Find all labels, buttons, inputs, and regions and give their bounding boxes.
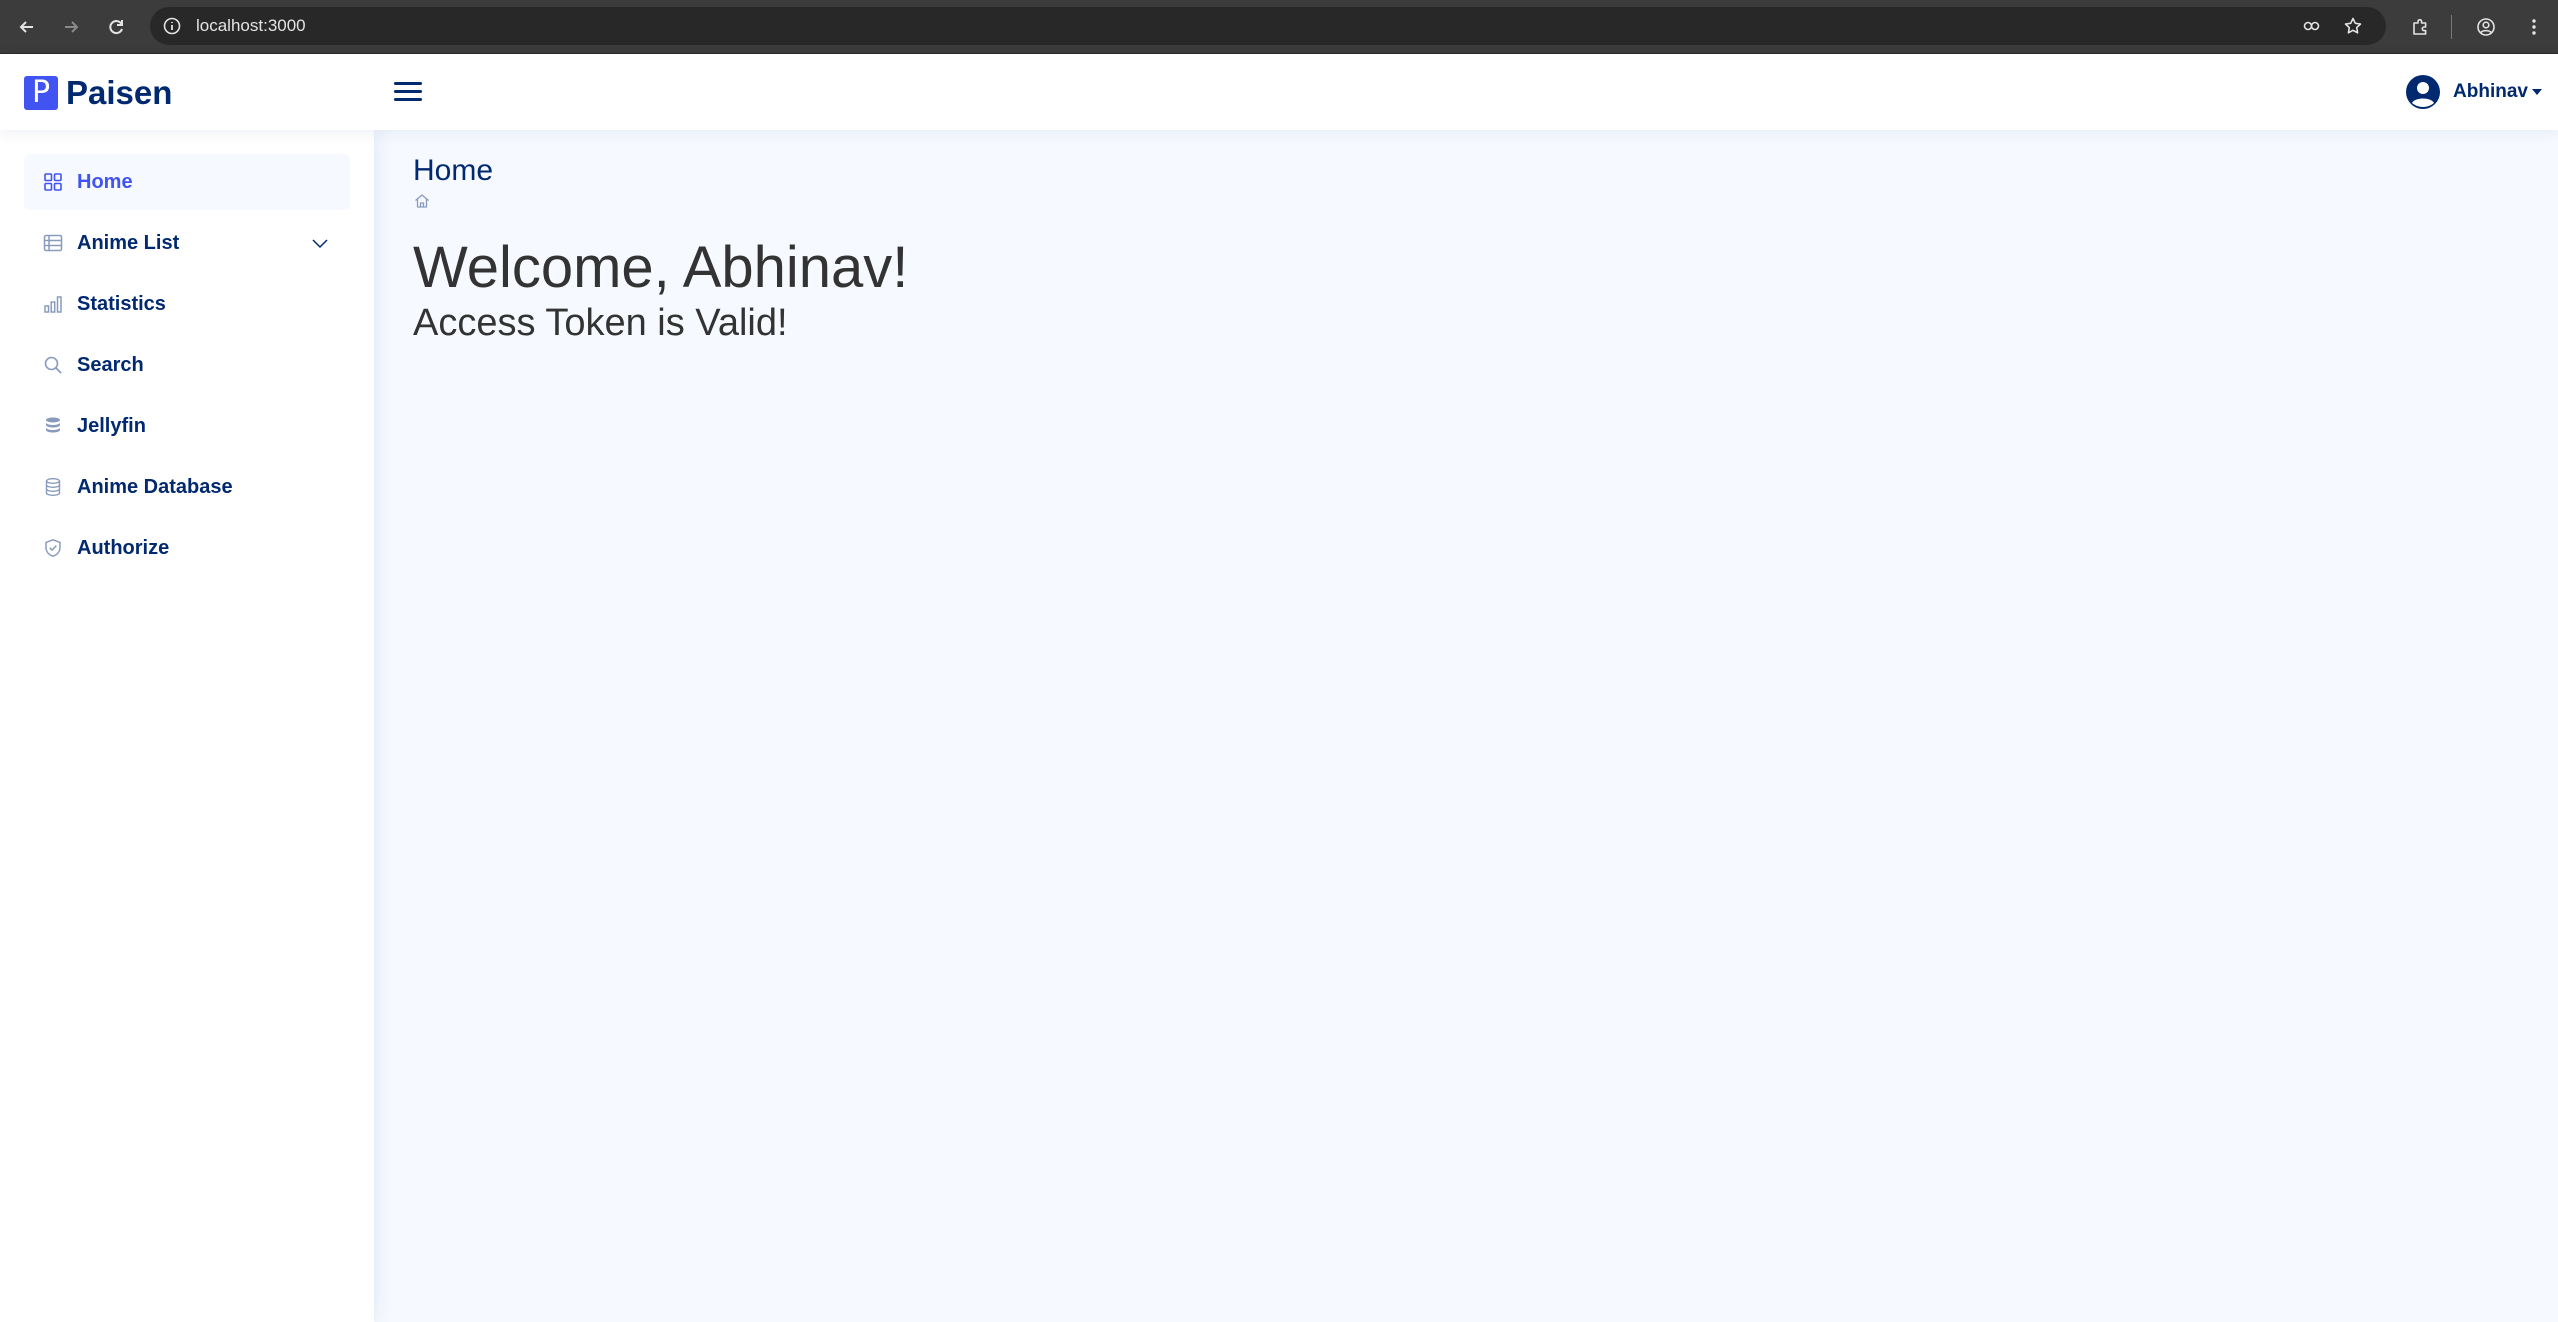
browser-menu-button[interactable]: [2518, 11, 2550, 43]
grid-icon: [44, 173, 62, 191]
user-avatar-icon: [2406, 75, 2441, 109]
brand-logo[interactable]: P Paisen: [24, 74, 172, 112]
extensions-button[interactable]: [2404, 11, 2436, 43]
sidebar-item-search[interactable]: Search: [24, 337, 350, 393]
database-filled-icon: [46, 417, 60, 433]
arrow-right-icon: [65, 21, 79, 33]
sidebar-item-authorize[interactable]: Authorize: [24, 520, 350, 576]
bar-chart-icon: [44, 296, 62, 313]
sidebar-item-label: Jellyfin: [77, 414, 146, 437]
password-key-icon[interactable]: [2302, 16, 2322, 36]
profile-dropdown[interactable]: Abhinav: [2405, 74, 2542, 110]
sidebar: Home Anime List Statistics Search Jellyf…: [0, 130, 374, 1322]
arrow-left-icon: [19, 21, 33, 33]
info-icon[interactable]: [162, 16, 182, 36]
hamburger-icon-bar: [394, 98, 422, 101]
sidebar-item-anime-database[interactable]: Anime Database: [24, 459, 350, 515]
caret-down-icon: [2532, 89, 2542, 95]
main-content: Home Welcome, Abhinav! Access Token is V…: [374, 130, 2558, 1322]
app-header: P Paisen Abhinav: [0, 54, 2558, 130]
url-text[interactable]: localhost:3000: [196, 16, 306, 36]
reload-icon: [109, 20, 123, 35]
logo-mark: P: [24, 76, 58, 110]
list-icon: [43, 234, 63, 252]
more-vertical-icon: [2532, 19, 2536, 35]
search-icon: [44, 356, 62, 374]
hamburger-icon-bar: [394, 82, 422, 85]
database-icon: [45, 478, 61, 497]
browser-toolbar: localhost:3000: [0, 0, 2558, 54]
puzzle-icon: [2413, 18, 2427, 35]
sidebar-item-label: Search: [77, 353, 144, 376]
sidebar-item-home[interactable]: Home: [24, 154, 350, 210]
sidebar-item-label: Anime Database: [77, 475, 233, 498]
profile-button[interactable]: [2470, 11, 2502, 43]
sidebar-item-statistics[interactable]: Statistics: [24, 276, 350, 332]
profile-name: Abhinav: [2453, 81, 2528, 102]
account-circle-icon: [2477, 18, 2495, 36]
sidebar-item-label: Authorize: [77, 536, 170, 559]
welcome-heading: Welcome, Abhinav!: [413, 235, 909, 300]
forward-button[interactable]: [55, 11, 87, 43]
reload-button[interactable]: [100, 11, 132, 43]
house-icon[interactable]: [413, 192, 431, 210]
back-button[interactable]: [11, 11, 43, 43]
page-title: Home: [413, 154, 494, 187]
sidebar-item-label: Anime List: [77, 231, 180, 254]
sidebar-item-label: Home: [77, 170, 133, 193]
address-bar[interactable]: localhost:3000: [150, 7, 2386, 45]
toolbar-divider: [2451, 15, 2452, 39]
hamburger-icon-bar: [394, 90, 422, 93]
sidebar-item-label: Statistics: [77, 292, 166, 315]
brand-name: Paisen: [66, 74, 173, 111]
token-status: Access Token is Valid!: [413, 302, 788, 344]
sidebar-item-jellyfin[interactable]: Jellyfin: [24, 398, 350, 454]
sidebar-item-anime-list[interactable]: Anime List: [24, 215, 350, 271]
sidebar-toggle-button[interactable]: [392, 76, 424, 108]
shield-check-icon: [45, 539, 61, 557]
bookmark-star-icon[interactable]: [2343, 16, 2363, 36]
chevron-down-icon[interactable]: [310, 233, 330, 253]
